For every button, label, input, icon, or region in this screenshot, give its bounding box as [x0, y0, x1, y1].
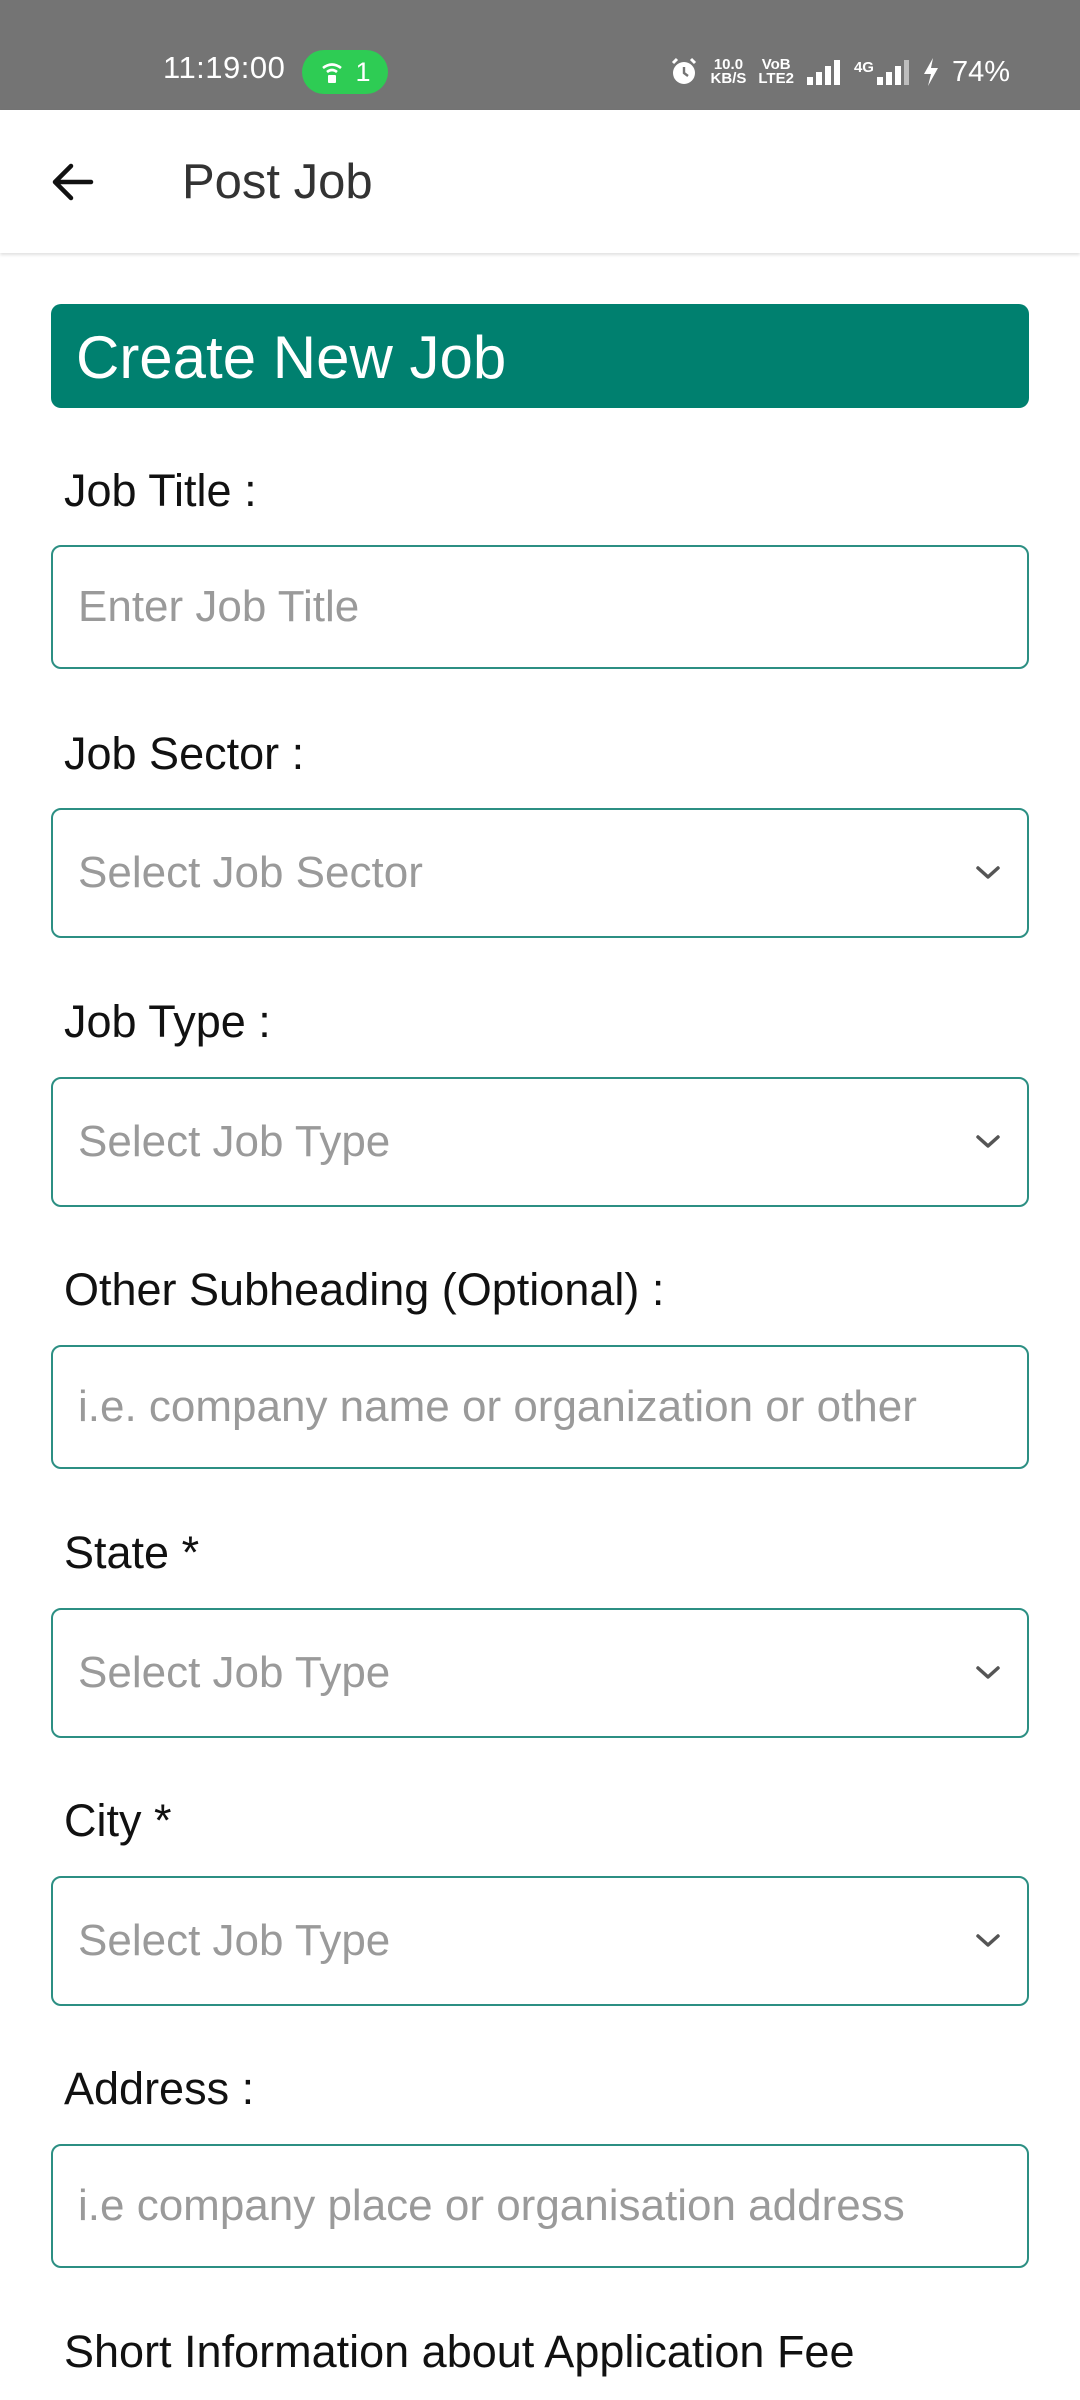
job-type-select[interactable]: Select Job Type	[51, 1077, 1029, 1207]
address-placeholder: i.e company place or organisation addres…	[78, 2181, 905, 2230]
signal-icon-2	[876, 60, 909, 85]
status-bar: 11:19:00 1 10.0 KB/S VoB LTE2 4G 74%	[0, 0, 1080, 110]
app-bar: Post Job	[0, 110, 1080, 253]
signal-4g: 4G	[854, 59, 910, 85]
arrow-left-icon	[52, 163, 94, 201]
address-input[interactable]: i.e company place or organisation addres…	[51, 2144, 1029, 2268]
job-title-label: Job Title :	[64, 465, 257, 516]
form-header-banner: Create New Job	[51, 304, 1029, 408]
job-sector-select[interactable]: Select Job Sector	[51, 808, 1029, 938]
job-title-input[interactable]: Enter Job Title	[51, 545, 1029, 669]
application-fee-label: Short Information about Application Fee	[64, 2326, 855, 2377]
city-label: City *	[64, 1795, 172, 1846]
status-time: 11:19:00	[163, 50, 286, 85]
job-type-placeholder: Select Job Type	[78, 1117, 391, 1166]
back-button[interactable]	[34, 144, 110, 220]
state-label: State *	[64, 1527, 200, 1578]
battery-level: 74%	[951, 55, 1010, 88]
job-type-label: Job Type :	[64, 996, 271, 1047]
volte-indicator: VoB LTE2	[758, 56, 794, 87]
chevron-down-icon	[971, 856, 1005, 890]
hotspot-icon	[322, 63, 343, 83]
job-title-placeholder: Enter Job Title	[78, 582, 360, 631]
state-placeholder: Select Job Type	[78, 1648, 391, 1697]
chevron-down-icon	[971, 1125, 1005, 1159]
alarm-icon	[671, 57, 696, 84]
city-select[interactable]: Select Job Type	[51, 1876, 1029, 2006]
state-select[interactable]: Select Job Type	[51, 1608, 1029, 1738]
address-label: Address :	[64, 2063, 255, 2114]
charging-icon	[923, 58, 938, 86]
page-title: Post Job	[182, 155, 373, 209]
other-subheading-input[interactable]: i.e. company name or organization or oth…	[51, 1345, 1029, 1469]
other-subheading-placeholder: i.e. company name or organization or oth…	[78, 1382, 917, 1431]
hotspot-count: 1	[355, 56, 371, 87]
network-type: 4G	[853, 59, 874, 76]
other-subheading-label: Other Subheading (Optional) :	[64, 1264, 665, 1315]
net-speed: 10.0 KB/S	[710, 56, 747, 87]
job-sector-placeholder: Select Job Sector	[78, 848, 423, 897]
chevron-down-icon	[971, 1924, 1005, 1958]
signal-icon	[806, 60, 840, 85]
status-icons: 10.0 KB/S VoB LTE2 4G 74%	[669, 50, 1010, 94]
chevron-down-icon	[971, 1656, 1005, 1690]
city-placeholder: Select Job Type	[78, 1916, 391, 1965]
hotspot-indicator[interactable]: 1	[302, 50, 388, 94]
job-sector-label: Job Sector :	[64, 728, 305, 779]
